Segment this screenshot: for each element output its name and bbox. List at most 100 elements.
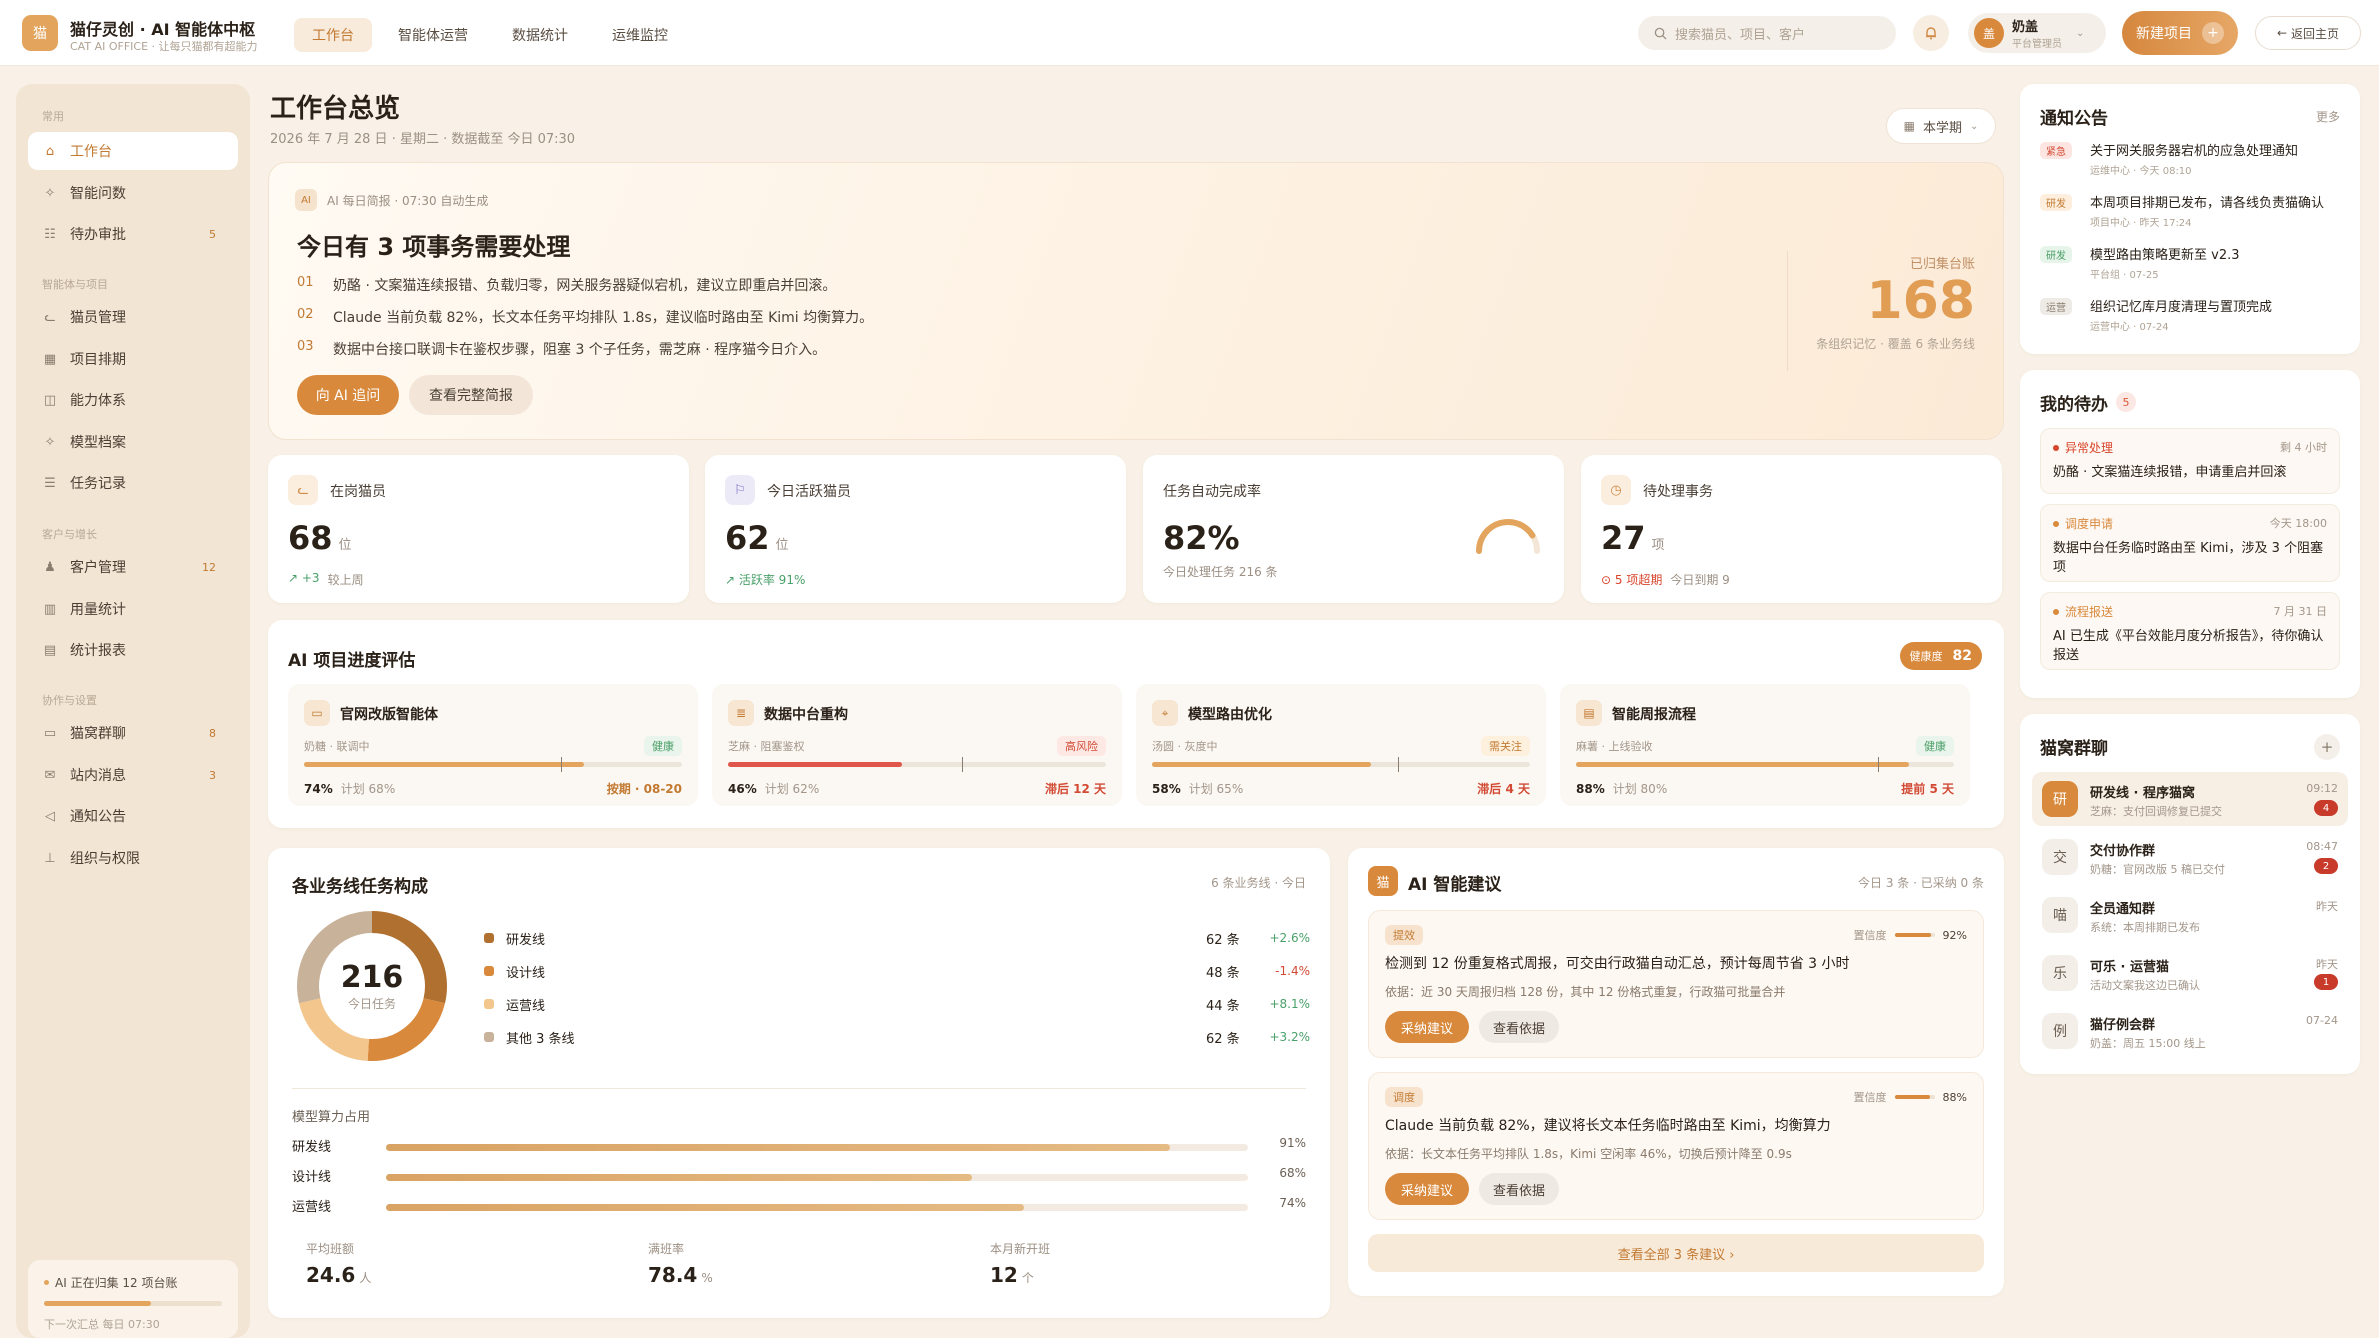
view-basis-button[interactable]: 查看依据	[1479, 1011, 1559, 1043]
logo-icon[interactable]: 猫	[22, 15, 58, 51]
sidebar-item-workbench[interactable]: ⌂ 工作台	[28, 132, 238, 170]
todo-item[interactable]: 流程报送 7 月 31 日 AI 已生成《平台效能月度分析报告》，待你确认报送	[2040, 592, 2340, 670]
sidebar-badge: 3	[209, 768, 216, 782]
term-select[interactable]: ▦ 本学期 ⌄	[1886, 108, 1996, 144]
sidebar-item-cats[interactable]: ᓚ 猫员管理	[28, 298, 238, 336]
group-chat-item[interactable]: 乐可乐 · 运营猫 活动文案我这边已确认 昨天 1	[2032, 946, 2348, 1000]
sidebar-item-usage[interactable]: ▥ 用量统计	[28, 590, 238, 628]
stat-unit: 位	[775, 538, 789, 553]
group-chat-item[interactable]: 研研发线 · 程序猫窝 芝麻：支付回调修复已提交 09:12 4	[2032, 772, 2348, 826]
project-progress-bar	[728, 757, 1106, 772]
sidebar-badge: 12	[202, 560, 216, 574]
stat-card-on-duty[interactable]: ᓚ 在岗猫员 68 位 ↗ +3 较上周	[268, 455, 689, 603]
sidebar-item-models[interactable]: ✧ 模型档案	[28, 423, 238, 461]
search-icon	[1654, 27, 1667, 40]
add-group-button[interactable]: +	[2314, 734, 2340, 760]
project-card[interactable]: ▤ 智能周报流程 麻薯 · 上线验收 健康 88% 计划 80% 提前 5 天	[1560, 684, 1970, 806]
comp-stat-number: 12	[990, 1263, 1018, 1287]
user-menu[interactable]: 盖 奶盖 平台管理员 ⌄	[1968, 13, 2106, 53]
sidebar-item-label: 待办审批	[70, 227, 126, 243]
nav-tab-monitoring[interactable]: 运维监控	[594, 18, 686, 52]
project-owner: 汤圆 · 灰度中	[1152, 740, 1218, 753]
sidebar-item-schedule[interactable]: ▦ 项目排期	[28, 340, 238, 378]
group-chat-item[interactable]: 喵全员通知群 系统：本周排期已发布 昨天	[2032, 888, 2348, 942]
stat-card-pending[interactable]: ◷ 待处理事务 27 项 ⊙ 5 项超期 今日到期 9	[1581, 455, 2002, 603]
view-all-suggestions-button[interactable]: 查看全部 3 条建议 ›	[1368, 1234, 1984, 1272]
project-actual: 46%	[728, 782, 757, 796]
arrow-left-icon: ←	[2276, 26, 2288, 40]
project-progress-fill	[304, 762, 584, 767]
stat-footer: ⊙ 5 项超期 今日到期 9	[1601, 571, 1730, 588]
stat-due-today: 今日到期 9	[1670, 573, 1730, 587]
view-full-brief-button[interactable]: 查看完整简报	[409, 375, 533, 415]
nav-tab-data-stats[interactable]: 数据统计	[494, 18, 586, 52]
notice-tag: 运营	[2040, 298, 2072, 315]
confidence-bar-fill	[1894, 933, 1932, 937]
section-title: 各业务线任务构成	[292, 877, 428, 897]
avatar: 例	[2042, 1013, 2078, 1049]
sidebar-item-capabilities[interactable]: ◫ 能力体系	[28, 381, 238, 419]
page-subtitle: 2026 年 7 月 28 日 · 星期二 · 数据截至 今日 07:30	[270, 132, 576, 147]
notice-item[interactable]: 运营 组织记忆库月度清理与置顶完成 运营中心 · 07-24	[2040, 298, 2340, 338]
todo-text: 奶酪 · 文案猫连续报错，申请重启并回滚	[2053, 465, 2287, 480]
stat-card-auto-complete[interactable]: 任务自动完成率 82% 今日处理任务 216 条	[1143, 455, 1564, 603]
notice-more-link[interactable]: 更多	[2316, 108, 2340, 125]
calendar-icon: ▦	[43, 351, 57, 367]
nav-tab-agent-ops[interactable]: 智能体运营	[380, 18, 486, 52]
bell-icon[interactable]	[1913, 15, 1949, 51]
suggestion-title: Claude 当前负载 82%，建议将长文本任务临时路由至 Kimi，均衡算力	[1385, 1118, 1831, 1134]
avatar: 研	[2042, 781, 2078, 817]
group-chat-item[interactable]: 交交付协作群 奶糖：官网改版 5 稿已交付 08:47 2	[2032, 830, 2348, 884]
sidebar-item-customers[interactable]: ♟ 客户管理 12	[28, 548, 238, 586]
sidebar-item-group-chat[interactable]: ▭ 猫窝群聊 8	[28, 714, 238, 752]
sidebar-item-notices[interactable]: ◁ 通知公告	[28, 797, 238, 835]
sidebar-item-approvals[interactable]: ☷ 待办审批 5	[28, 215, 238, 253]
back-home-button[interactable]: ← 返回主页	[2255, 16, 2361, 50]
page-title: 工作台总览	[270, 94, 401, 124]
sidebar-item-task-log[interactable]: ☰ 任务记录	[28, 464, 238, 502]
notice-item[interactable]: 研发 模型路由策略更新至 v2.3 平台组 · 07-25	[2040, 246, 2340, 286]
project-card[interactable]: ▭ 官网改版智能体 奶糖 · 联调中 健康 74% 计划 68% 按期 · 08-20	[288, 684, 698, 806]
todo-type-dot	[2053, 608, 2059, 615]
todo-panel: 我的待办 5 异常处理 剩 4 小时 奶酪 · 文案猫连续报错，申请重启并回滚 调度申…	[2020, 370, 2360, 698]
back-home-label: 返回主页	[2291, 26, 2340, 41]
stat-value: 62 位	[725, 519, 789, 557]
project-name: 智能周报流程	[1612, 707, 1696, 723]
project-plan-marker	[1397, 757, 1399, 772]
compute-bar-track	[386, 1144, 1248, 1151]
group-name: 猫仔例会群	[2090, 1018, 2156, 1033]
adopt-suggestion-button[interactable]: 采纳建议	[1385, 1173, 1469, 1205]
new-project-button[interactable]: 新建项目 +	[2122, 11, 2238, 55]
todo-item[interactable]: 调度申请 今天 18:00 数据中台任务临时路由至 Kimi，涉及 3 个阻塞项	[2040, 504, 2340, 582]
health-badge: 健康度 82	[1899, 642, 1982, 670]
search-input[interactable]: 搜索猫员、项目、客户	[1638, 16, 1896, 50]
notice-item[interactable]: 研发 本周项目排期已发布，请各线负责猫确认 项目中心 · 昨天 17:24	[2040, 194, 2340, 234]
confidence-bar-fill	[1894, 1095, 1930, 1099]
donut-total-label: 今日任务	[347, 997, 396, 1011]
comp-stat: 本月新开班 12 个	[990, 1240, 1050, 1287]
sidebar-item-smart-query[interactable]: ✧ 智能问数	[28, 174, 238, 212]
todo-item[interactable]: 异常处理 剩 4 小时 奶酪 · 文案猫连续报错，申请重启并回滚	[2040, 428, 2340, 494]
mail-icon: ✉	[44, 767, 56, 783]
sidebar-item-label: 用量统计	[70, 602, 126, 618]
sidebar-item-messages[interactable]: ✉ 站内消息 3	[28, 756, 238, 794]
sidebar-item-reports[interactable]: ▤ 统计报表	[28, 631, 238, 669]
view-basis-button[interactable]: 查看依据	[1479, 1173, 1559, 1205]
group-chat-item[interactable]: 例猫仔例会群 奶盖：周五 15:00 线上 07-24	[2032, 1004, 2348, 1058]
project-card[interactable]: ⌖ 模型路由优化 汤圆 · 灰度中 需关注 58% 计划 65% 滞后 4 天	[1136, 684, 1546, 806]
project-schedule-status: 提前 5 天	[1901, 782, 1954, 796]
todo-deadline: 剩 4 小时	[2280, 441, 2327, 454]
ask-ai-button[interactable]: 向 AI 追问	[297, 375, 399, 415]
adopt-suggestion-button[interactable]: 采纳建议	[1385, 1011, 1469, 1043]
sidebar-section-title: 协作与设置	[42, 694, 97, 707]
nav-tab-workbench[interactable]: 工作台	[294, 18, 372, 52]
sidebar-item-org[interactable]: ⊥ 组织与权限	[28, 839, 238, 877]
compute-bar-fill	[386, 1144, 1171, 1151]
sidebar-badge: 5	[209, 227, 216, 241]
project-plan: 计划 62%	[764, 782, 820, 796]
project-card[interactable]: ≣ 数据中台重构 芝麻 · 阻塞鉴权 高风险 46% 计划 62% 滞后 12 天	[712, 684, 1122, 806]
stat-card-active[interactable]: ⚐ 今日活跃猫员 62 位 ↗ 活跃率 91%	[705, 455, 1126, 603]
legend-item: 运营线 44 条 +8.1%	[484, 994, 1310, 1014]
ai-suggestion-card: 调度 置信度 88% Claude 当前负载 82%，建议将长文本任务临时路由至 Ki…	[1368, 1072, 1984, 1220]
notice-item[interactable]: 紧急 关于网关服务器宕机的应急处理通知 运维中心 · 今天 08:10	[2040, 142, 2340, 182]
